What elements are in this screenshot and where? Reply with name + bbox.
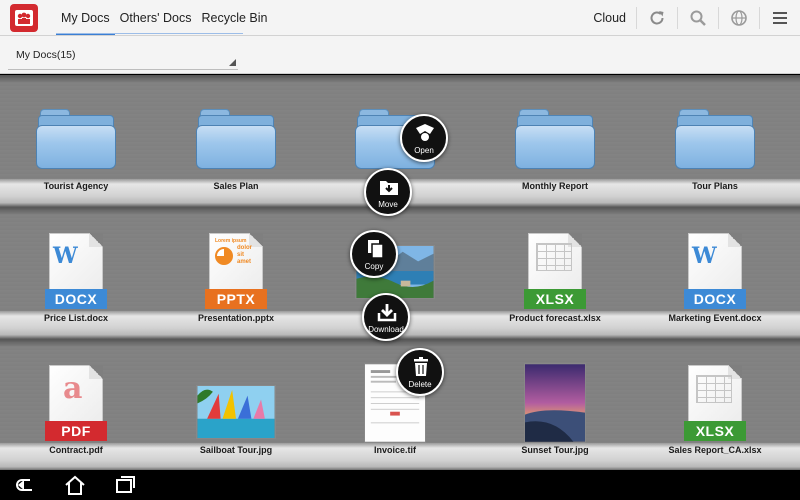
tab-recycle-bin[interactable]: Recycle Bin: [196, 0, 272, 36]
delete-button[interactable]: Delete: [396, 348, 444, 396]
item-label: Product forecast.xlsx: [509, 313, 601, 323]
top-actions: Cloud: [583, 0, 800, 36]
search-icon: [690, 10, 706, 26]
list-item[interactable]: Sales Plan: [171, 75, 301, 195]
list-item[interactable]: XLSX Sales Report_CA.xlsx: [650, 339, 780, 459]
app-logo[interactable]: [10, 4, 38, 32]
folder-icon: [675, 109, 755, 171]
system-nav-bar: [0, 470, 800, 500]
trash-icon: [414, 357, 428, 376]
home-button[interactable]: [62, 474, 88, 496]
folder-icon: [196, 109, 276, 171]
item-label: Sunset Tour.jpg: [521, 445, 589, 455]
top-bar: My Docs Others' Docs Recycle Bin Cloud: [0, 0, 800, 36]
download-icon: [377, 304, 397, 322]
move-icon: [380, 181, 398, 195]
search-button[interactable]: [678, 0, 718, 36]
dropdown-arrow-icon: [229, 59, 236, 66]
sunset-photo-thumbnail: [524, 363, 586, 443]
item-label: Sales Report_CA.xlsx: [668, 445, 762, 455]
list-item[interactable]: a PDF Contract.pdf: [11, 339, 141, 459]
pdf-file-icon: a PDF: [45, 365, 107, 441]
folder-icon: [515, 109, 595, 171]
back-icon: [16, 479, 32, 491]
back-button[interactable]: [12, 474, 38, 496]
copy-icon: [368, 240, 384, 259]
list-item[interactable]: Monthly Report: [490, 75, 620, 195]
folder-selector-row: My Docs(15): [0, 36, 800, 74]
doc-tabs: My Docs Others' Docs Recycle Bin: [56, 0, 272, 36]
ppt-thumb-title: Lorem ipsum: [215, 238, 247, 244]
move-button[interactable]: Move: [364, 168, 412, 216]
folder-icon: [36, 109, 116, 171]
home-icon: [65, 475, 85, 495]
item-label: Sales Plan: [213, 181, 259, 191]
xlsx-file-icon: XLSX: [524, 233, 586, 309]
item-label: Marketing Event.docx: [668, 313, 762, 323]
recent-apps-button[interactable]: [112, 474, 138, 496]
app-logo-icon: [15, 10, 33, 26]
open-icon: [416, 124, 434, 141]
list-item[interactable]: W DOCX Marketing Event.docx: [650, 207, 780, 327]
item-label: Invoice.tif: [373, 445, 416, 455]
menu-button[interactable]: [760, 0, 800, 36]
tab-my-docs[interactable]: My Docs: [56, 0, 115, 36]
item-label: Presentation.pptx: [197, 313, 274, 323]
list-item[interactable]: XLSX Product forecast.xlsx: [490, 207, 620, 327]
folder-dropdown-value: My Docs(15): [16, 49, 76, 61]
list-item[interactable]: Sailboat Tour.jpg: [171, 339, 301, 459]
list-item[interactable]: Sunset Tour.jpg: [490, 339, 620, 459]
item-label: Price List.docx: [43, 313, 109, 323]
item-label: Tourist Agency: [43, 181, 109, 191]
list-item[interactable]: Tour Plans: [650, 75, 780, 195]
globe-icon: [731, 10, 747, 26]
globe-button[interactable]: [719, 0, 759, 36]
folder-dropdown[interactable]: My Docs(15): [8, 40, 238, 70]
item-label: Sailboat Tour.jpg: [199, 445, 273, 455]
pie-chart-icon: [215, 247, 233, 265]
xlsx-file-icon: XLSX: [684, 365, 746, 441]
refresh-icon: [650, 11, 664, 25]
download-button[interactable]: Download: [362, 293, 410, 341]
tab-others-docs[interactable]: Others' Docs: [115, 0, 197, 36]
item-label: Tour Plans: [692, 181, 738, 191]
docx-file-icon: W DOCX: [684, 233, 746, 309]
item-label: Monthly Report: [522, 181, 588, 191]
cloud-button[interactable]: Cloud: [583, 7, 637, 29]
open-button[interactable]: Open: [400, 114, 448, 162]
refresh-button[interactable]: [637, 0, 677, 36]
ppt-thumb-text: dolor sit amet: [237, 245, 252, 265]
sailboat-photo-thumbnail: [196, 385, 276, 439]
item-label: Contract.pdf: [49, 445, 103, 455]
recent-apps-icon: [116, 476, 135, 493]
list-item[interactable]: Lorem ipsum dolor sit amet PPTX Presenta…: [171, 207, 301, 327]
copy-button[interactable]: Copy: [350, 230, 398, 278]
menu-icon: [773, 12, 787, 24]
list-item[interactable]: W DOCX Price List.docx: [11, 207, 141, 327]
pptx-file-icon: Lorem ipsum dolor sit amet PPTX: [205, 233, 267, 309]
list-item[interactable]: Invoice.tif: [330, 339, 460, 459]
tab-strip-underline: [56, 33, 243, 34]
list-item[interactable]: Tourist Agency: [11, 75, 141, 195]
docx-file-icon: W DOCX: [45, 233, 107, 309]
